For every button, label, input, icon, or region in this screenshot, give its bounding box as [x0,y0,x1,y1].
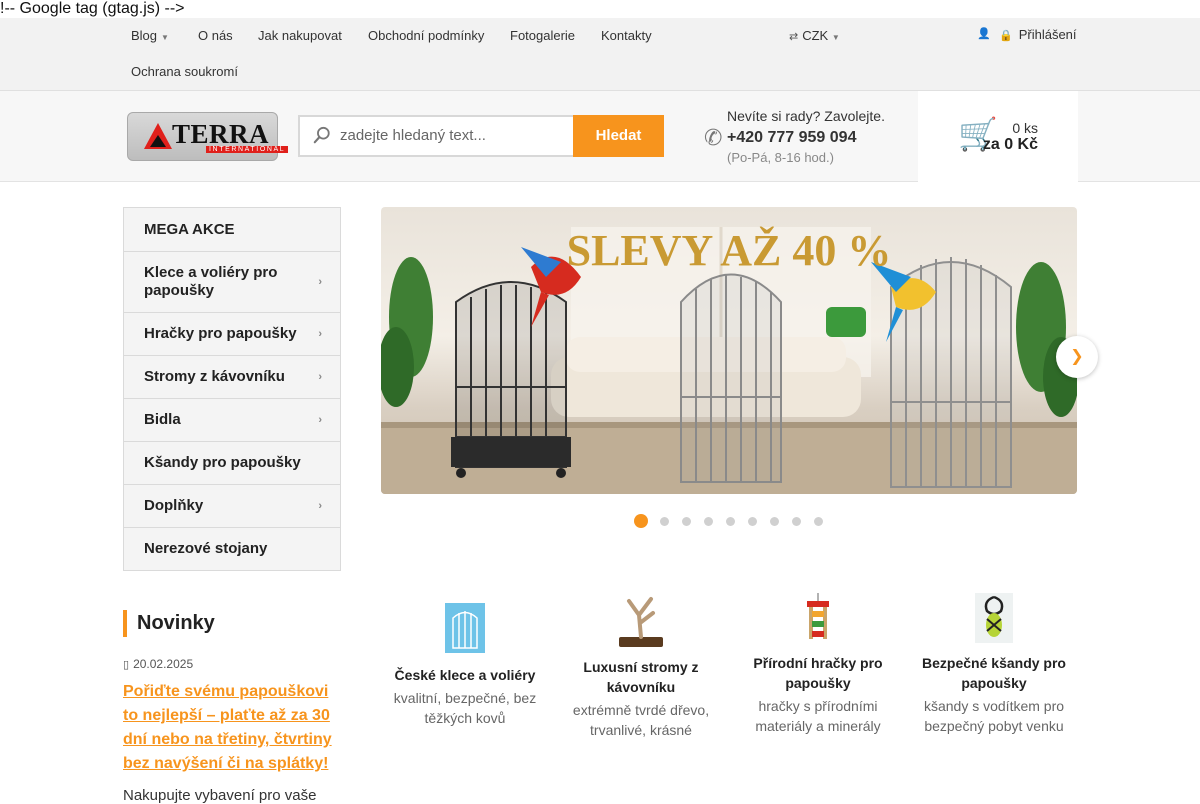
menu-item-label: Stromy z kávovníku [144,368,285,385]
login-label: Přihlášení [1018,27,1077,42]
topnav-item-obchodni-podminky[interactable]: Obchodní podmínky [368,28,484,43]
cart-button[interactable]: 🛒 0 ks za 0 Kč [918,91,1078,182]
chevron-right-icon: › [318,276,322,288]
menu-item-stromy[interactable]: Stromy z kávovníku › [124,355,340,398]
menu-item-hracky[interactable]: Hračky pro papoušky › [124,312,340,355]
feature-desc: kvalitní, bezpečné, bez těžkých kovů [393,690,537,726]
menu-item-klece[interactable]: Klece a voliéry pro papoušky › [124,251,340,312]
slider-dot[interactable] [682,517,691,526]
news-date-text: 20.02.2025 [133,657,194,671]
search-input[interactable] [340,127,570,144]
menu-item-ksandy[interactable]: Kšandy pro papoušky [124,441,340,484]
help-phone[interactable]: +420 777 959 094 [727,129,856,147]
slider-dot[interactable] [814,517,823,526]
chevron-down-icon: ▼ [161,33,169,42]
news-article-link[interactable]: Pořiďte svému papouškovi to nejlepší – p… [123,680,338,776]
login-link[interactable]: 🔒 Přihlášení [999,27,1077,42]
topnav-item-ochrana-soukromi[interactable]: Ochrana soukromí [131,64,238,79]
topnav-item-o-nas[interactable]: O nás [198,28,233,43]
topnav-label: Blog [131,28,158,43]
currency-selector[interactable]: ⇄ CZK ▼ [789,28,840,43]
promo-banner[interactable]: SLEVY AŽ 40 % [381,207,1077,494]
menu-item-label: Nerezové stojany [144,540,268,557]
menu-item-bidla[interactable]: Bidla › [124,398,340,441]
slider-dot[interactable] [726,517,735,526]
site-logo[interactable]: TERRA INTERNATIONAL [127,112,289,161]
banner-headline: SLEVY AŽ 40 % [567,226,892,275]
feature-harness[interactable]: Bezpečné kšandy pro papoušky kšandy s vo… [914,593,1074,736]
currency-label: CZK [802,28,829,43]
topnav-item-blog[interactable]: Blog ▼ [131,28,169,43]
cart-count: 0 ks [1012,120,1038,136]
menu-item-label: Kšandy pro papoušky [144,454,301,471]
slider-dot[interactable] [770,517,779,526]
menu-item-label: Bidla [144,411,181,428]
help-hours: (Po-Pá, 8-16 hod.) [727,150,834,165]
feature-cages[interactable]: České klece a voliéry kvalitní, bezpečné… [385,603,545,728]
feature-desc: hračky s přírodními materiály a minerály [755,698,881,734]
menu-item-label: Klece a voliéry pro papoušky [144,264,278,299]
chevron-right-icon: › [318,371,322,383]
top-bar: Blog ▼ O nás Jak nakupovat Obchodní podmí… [0,18,1200,91]
harness-icon [975,593,1013,643]
menu-item-label: Doplňky [144,497,204,514]
topnav-item-fotogalerie[interactable]: Fotogalerie [510,28,575,43]
news-article-excerpt: Nakupujte vybavení pro vaše [123,787,317,804]
topnav-item-kontakty[interactable]: Kontakty [601,28,652,43]
feature-toys[interactable]: Přírodní hračky pro papoušky hračky s př… [738,593,898,736]
phone-icon: ✆ [704,125,723,150]
feature-trees[interactable]: Luxusní stromy z kávovníku extrémně tvrd… [561,593,721,740]
category-menu: MEGA AKCE Klece a voliéry pro papoušky › … [123,207,341,571]
slider-dot[interactable] [634,514,648,528]
search-icon [313,126,330,144]
help-text: Nevíte si rady? Zavolejte. [727,108,885,124]
logo-triangle-inner [150,135,166,147]
search-box [298,115,574,157]
site-header: TERRA INTERNATIONAL Hledat ✆ Nevíte si r… [0,91,1200,182]
stray-comment-text: !-- Google tag (gtag.js) --> [0,0,185,17]
search-form: Hledat [298,115,664,157]
feature-title: České klece a voliéry [394,667,536,683]
slider-dot[interactable] [792,517,801,526]
user-icon[interactable]: 👤 [977,27,991,40]
menu-item-doplnky[interactable]: Doplňky › [124,484,340,527]
feature-title: Luxusní stromy z kávovníku [583,659,699,695]
banner-illustration: SLEVY AŽ 40 % [381,226,1077,494]
slider-dot[interactable] [704,517,713,526]
news-date: ▯ 20.02.2025 [123,657,193,671]
chevron-right-icon: › [318,328,322,340]
calendar-icon: ▯ [123,659,130,671]
exchange-icon: ⇄ [789,31,799,43]
chevron-right-icon: ❯ [1070,348,1084,365]
menu-item-mega-akce[interactable]: MEGA AKCE [124,208,340,251]
menu-item-label: Hračky pro papoušky [144,325,297,342]
news-heading: Novinky [123,610,215,637]
logo-subtext: INTERNATIONAL [206,146,289,153]
topnav-item-jak-nakupovat[interactable]: Jak nakupovat [258,28,342,43]
cart-total: za 0 Kč [982,136,1038,153]
chevron-right-icon: › [318,500,322,512]
feature-title: Bezpečné kšandy pro papoušky [922,655,1066,691]
menu-item-label: MEGA AKCE [144,220,235,238]
chevron-right-icon: › [318,414,322,426]
cage-icon [445,603,485,653]
tree-stand-icon [619,597,663,647]
slider-next-button[interactable]: ❯ [1056,336,1098,378]
toy-icon [807,593,829,639]
lock-icon: 🔒 [999,30,1013,42]
slider-dot[interactable] [748,517,757,526]
feature-title: Přírodní hračky pro papoušky [753,655,883,691]
menu-item-stojany[interactable]: Nerezové stojany [124,527,340,570]
feature-desc: extrémně tvrdé dřevo, trvanlivé, krásné [572,702,710,738]
search-button[interactable]: Hledat [573,115,664,157]
feature-desc: kšandy s vodítkem pro bezpečný pobyt ven… [923,698,1065,734]
slider-dot[interactable] [660,517,669,526]
chevron-down-icon: ▼ [831,33,840,42]
